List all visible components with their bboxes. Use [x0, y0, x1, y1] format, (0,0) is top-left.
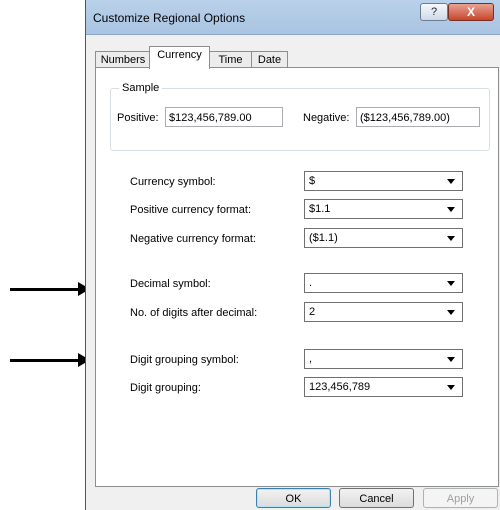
decimal-symbol-select[interactable]: . — [304, 273, 463, 293]
digit-grouping-label: Digit grouping: — [130, 382, 201, 394]
positive-sample-field: $123,456,789.00 — [165, 107, 283, 127]
negative-label: Negative: — [303, 112, 350, 124]
currency-tab-panel: Sample Positive: $123,456,789.00 Negativ… — [95, 67, 499, 487]
apply-button[interactable]: Apply — [423, 488, 498, 508]
negative-format-select[interactable]: ($1.1) — [304, 228, 463, 248]
chevron-down-icon — [447, 310, 455, 315]
sample-group-label: Sample — [119, 82, 163, 94]
chevron-down-icon — [447, 357, 455, 362]
digit-grouping-value: 123,456,789 — [309, 381, 371, 393]
chevron-down-icon — [447, 281, 455, 286]
currency-symbol-value: $ — [309, 175, 316, 187]
negative-sample-field: ($123,456,789.00) — [356, 107, 480, 127]
positive-format-label: Positive currency format: — [130, 204, 252, 216]
chevron-down-icon — [447, 207, 455, 212]
tab-currency[interactable]: Currency — [149, 46, 210, 69]
currency-symbol-select[interactable]: $ — [304, 171, 463, 191]
decimal-symbol-value: . — [309, 277, 313, 289]
chevron-down-icon — [447, 179, 455, 184]
negative-format-label: Negative currency format: — [130, 233, 256, 245]
chevron-down-icon — [447, 236, 455, 241]
digits-after-decimal-label: No. of digits after decimal: — [130, 307, 258, 319]
sample-group: Sample Positive: $123,456,789.00 Negativ… — [110, 82, 490, 151]
title-bar: Customize Regional Options ? X — [86, 0, 500, 35]
positive-format-select[interactable]: $1.1 — [304, 199, 463, 219]
positive-label: Positive: — [117, 112, 159, 124]
cancel-button[interactable]: Cancel — [339, 488, 414, 508]
digits-after-decimal-value: 2 — [309, 306, 316, 318]
help-button[interactable]: ? — [420, 3, 448, 21]
regional-options-dialog: Customize Regional Options ? X Numbers C… — [85, 0, 500, 510]
positive-format-value: $1.1 — [309, 203, 331, 215]
close-button[interactable]: X — [448, 3, 494, 21]
close-icon: X — [466, 5, 475, 19]
currency-symbol-label: Currency symbol: — [130, 176, 216, 188]
digit-grouping-symbol-label: Digit grouping symbol: — [130, 354, 239, 366]
digit-grouping-select[interactable]: 123,456,789 — [304, 377, 463, 397]
help-icon: ? — [430, 6, 438, 18]
window-title: Customize Regional Options — [93, 11, 246, 25]
negative-format-value: ($1.1) — [309, 232, 338, 244]
decimal-symbol-label: Decimal symbol: — [130, 278, 211, 290]
ok-button[interactable]: OK — [256, 488, 331, 508]
chevron-down-icon — [447, 385, 455, 390]
digits-after-decimal-select[interactable]: 2 — [304, 302, 463, 322]
digit-grouping-symbol-select[interactable]: , — [304, 349, 463, 369]
digit-grouping-symbol-value: , — [309, 353, 313, 365]
